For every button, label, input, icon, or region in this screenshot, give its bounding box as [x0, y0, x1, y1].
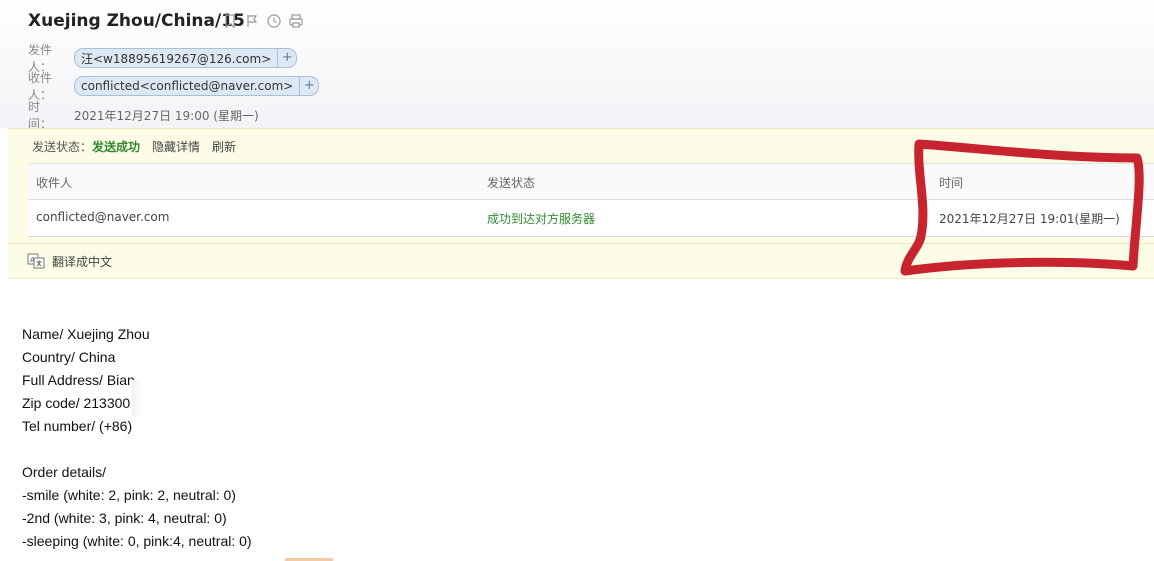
time-label: 时 间： — [28, 100, 53, 131]
body-line-blank — [22, 438, 252, 461]
send-status-panel: 发送状态：发送成功 隐藏详情 刷新 收件人 发送状态 时间 conflicted… — [8, 128, 1154, 279]
clock-icon[interactable] — [266, 13, 282, 29]
translate-icon[interactable]: A — [27, 252, 45, 270]
sender-pill[interactable]: 汪<w18895619267@126.com> + — [74, 48, 298, 68]
email-body: Name/ Xuejing Zhou Country/ China Full A… — [22, 323, 252, 553]
flag-icon[interactable] — [244, 13, 260, 29]
send-status-label: 发送状态：发送成功 — [32, 140, 141, 154]
row-recipient: conflicted@naver.com — [36, 210, 170, 224]
row-delivery-status: 成功到达对方服务器 — [487, 212, 596, 226]
translate-bar: A 翻译成中文 — [8, 243, 1154, 278]
recipient-address[interactable]: conflicted<conflicted@naver.com> — [81, 79, 299, 93]
column-header-time: 时间 — [939, 176, 964, 190]
email-header: Xuejing Zhou/China/15 发件人： 汪<w1889561926… — [0, 0, 1154, 131]
column-header-recipient: 收件人 — [36, 176, 73, 190]
send-status-value: 发送成功 — [92, 140, 141, 154]
sender-address[interactable]: 汪<w18895619267@126.com> — [81, 50, 277, 67]
body-line-name: Name/ Xuejing Zhou — [22, 326, 150, 342]
add-sender-contact-button[interactable]: + — [277, 49, 296, 67]
recipient-pill[interactable]: conflicted<conflicted@naver.com> + — [74, 76, 320, 96]
body-line-order-2nd: -2nd (white: 3, pink: 4, neutral: 0) — [22, 510, 227, 526]
email-subject: Xuejing Zhou/China/15 — [28, 11, 245, 31]
refresh-link[interactable]: 刷新 — [212, 138, 236, 155]
hide-details-link[interactable]: 隐藏详情 — [152, 138, 200, 155]
table-row: conflicted@naver.com 成功到达对方服务器 2021年12月2… — [28, 200, 1154, 236]
body-line-country: Country/ China — [22, 349, 116, 365]
body-line-order-sleeping: -sleeping (white: 0, pink:4, neutral: 0) — [22, 533, 252, 549]
body-line-order-heading: Order details/ — [22, 464, 107, 480]
add-recipient-contact-button[interactable]: + — [299, 77, 318, 95]
send-status-line: 发送状态：发送成功 隐藏详情 刷新 — [32, 138, 236, 155]
send-status-table: 收件人 发送状态 时间 conflicted@naver.com 成功到达对方服… — [28, 163, 1154, 237]
time-row: 时 间： 2021年12月27日 19:00 (星期一) — [28, 98, 259, 132]
time-value: 2021年12月27日 19:00 (星期一) — [74, 108, 259, 123]
column-header-status: 发送状态 — [487, 176, 536, 190]
subject-toolbar — [222, 13, 304, 29]
table-header: 收件人 发送状态 时间 — [28, 164, 1154, 200]
svg-text:A: A — [30, 256, 35, 264]
translate-to-chinese-link[interactable]: 翻译成中文 — [52, 253, 112, 270]
print-icon[interactable] — [288, 13, 304, 29]
row-time: 2021年12月27日 19:01(星期一) — [939, 212, 1120, 226]
body-line-order-smile: -smile (white: 2, pink: 2, neutral: 0) — [22, 487, 236, 503]
redaction-overlay — [137, 373, 467, 433]
bookmark-icon[interactable] — [222, 13, 238, 29]
